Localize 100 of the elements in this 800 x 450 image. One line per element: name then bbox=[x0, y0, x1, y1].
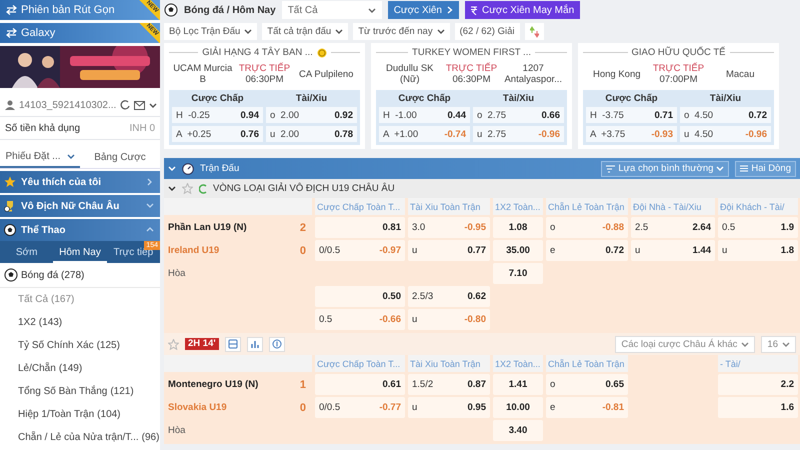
star-icon[interactable] bbox=[182, 183, 193, 194]
odds-button[interactable]: u 1.44 bbox=[631, 240, 715, 261]
odds-button[interactable]: u -0.80 bbox=[408, 309, 490, 330]
odds-button[interactable]: 0.50 bbox=[315, 286, 405, 307]
odds-button[interactable]: 1.41 bbox=[493, 374, 543, 395]
filter-dropdown[interactable]: Bộ Lọc Trận Đấu bbox=[164, 23, 258, 40]
lucky-parlay-button[interactable]: Cược Xiên May Mắn bbox=[464, 1, 580, 19]
star-icon[interactable] bbox=[168, 338, 179, 350]
breadcrumb: Bóng đá / Hôm Nay bbox=[184, 4, 276, 16]
league-title: GIAO HỮU QUỐC TẾ bbox=[632, 47, 726, 58]
team-name: Slovakia U19 bbox=[168, 402, 227, 413]
odds-button[interactable]: o 0.65 bbox=[546, 374, 628, 395]
coin-button[interactable] bbox=[268, 336, 285, 352]
odds-button[interactable]: u 1.8 bbox=[718, 240, 798, 261]
tab[interactable]: Phiếu Đặt ... bbox=[0, 146, 80, 168]
column-header: 1X2 Toàn... bbox=[493, 355, 543, 372]
odds-button[interactable]: 1.5/2 0.87 bbox=[408, 374, 490, 395]
odds-button[interactable]: 0/0.5 -0.77 bbox=[315, 397, 405, 418]
sport-tab[interactable]: Hôm Nay bbox=[53, 241, 107, 263]
score: 0 bbox=[300, 402, 306, 414]
sidebar-section-header[interactable]: Vô Địch Nữ Châu Âu bbox=[0, 195, 160, 217]
odds-button[interactable]: o 4.50 0.72 bbox=[680, 107, 771, 123]
bar-chart-button[interactable] bbox=[246, 336, 263, 352]
odds-button[interactable]: 0.5 1.9 bbox=[718, 217, 798, 238]
odds-button[interactable]: H -0.25 0.94 bbox=[172, 107, 263, 123]
sidebar-section-header[interactable]: Thể Thao bbox=[0, 219, 160, 241]
match-time: 07:00PM bbox=[659, 74, 698, 85]
match-clock: 2H 14' bbox=[185, 338, 219, 350]
column-header: Đội Nhà - Tài/Xiu bbox=[631, 198, 715, 215]
chevron-right-icon bbox=[446, 6, 453, 14]
odds-button[interactable]: u 2.75 -0.96 bbox=[473, 126, 564, 142]
odds-button[interactable]: 0.61 bbox=[315, 374, 405, 395]
column-header: 1X2 Toàn... bbox=[493, 198, 543, 215]
odds-header: Cược Chấp bbox=[604, 93, 659, 104]
count-select[interactable]: 16 bbox=[761, 336, 796, 352]
odds-button[interactable]: o 2.75 0.66 bbox=[473, 107, 564, 123]
odds-button[interactable]: A +1.00 -0.74 bbox=[379, 126, 470, 142]
live-status: TRỰC TIẾP bbox=[238, 63, 290, 74]
odds-button[interactable]: 2.5/3 0.62 bbox=[408, 286, 490, 307]
odds-button[interactable]: u 0.95 bbox=[408, 397, 490, 418]
odds-button[interactable]: 1.6 bbox=[718, 397, 798, 418]
scoreboard-icon bbox=[228, 339, 238, 349]
sport-tab[interactable]: Sớm bbox=[0, 241, 54, 263]
odds-button[interactable]: u 0.77 bbox=[408, 240, 490, 261]
team-name: Montenegro U19 (N) bbox=[168, 379, 258, 390]
coin-icon bbox=[272, 339, 282, 349]
odds-button[interactable]: o 2.00 0.92 bbox=[266, 107, 357, 123]
odds-header: Cược Chấp bbox=[190, 93, 245, 104]
sidebar-section-header[interactable]: Yêu thích của tôi bbox=[0, 171, 160, 193]
market-select[interactable]: Các loại cược Châu Á khác bbox=[615, 336, 756, 352]
odds-button[interactable]: 3.40 bbox=[493, 420, 543, 441]
column-header: Đội Khách - Tài/ bbox=[718, 198, 798, 215]
odds-button[interactable]: o -0.88 bbox=[546, 217, 628, 238]
caret-icon bbox=[782, 340, 790, 348]
odds-button[interactable]: 2.5 2.64 bbox=[631, 217, 715, 238]
caret-icon bbox=[368, 6, 376, 14]
odds-button[interactable]: A +3.75 -0.93 bbox=[586, 126, 677, 142]
mail-icon[interactable] bbox=[134, 100, 146, 110]
caret-icon bbox=[244, 28, 252, 35]
filter-dropdown[interactable]: Tất cả trận đấu bbox=[262, 23, 348, 40]
odds-header: Tài/Xiu bbox=[708, 93, 742, 104]
odds-button[interactable]: e 0.72 bbox=[546, 240, 628, 261]
odds-button[interactable]: 0.81 bbox=[315, 217, 405, 238]
caret-icon[interactable] bbox=[149, 102, 158, 108]
odds-button[interactable]: H -1.00 0.44 bbox=[379, 107, 470, 123]
odds-button[interactable]: 0.5 -0.66 bbox=[315, 309, 405, 330]
odds-button[interactable]: u 4.50 -0.96 bbox=[680, 126, 771, 142]
parlay-button[interactable]: Cược Xiên bbox=[388, 1, 459, 19]
filter-dropdown[interactable]: Từ trước đến nay bbox=[353, 23, 450, 40]
sort-icon bbox=[530, 26, 539, 38]
odds-button[interactable]: u 2.00 0.78 bbox=[266, 126, 357, 142]
team-name: Phần Lan U19 (N) bbox=[168, 222, 247, 233]
tab[interactable]: Bảng Cược bbox=[80, 146, 160, 168]
column-header: Tài Xiu Toàn Trận bbox=[408, 198, 490, 215]
user-icon bbox=[5, 100, 15, 110]
column-header: Cược Chấp Toàn T... bbox=[315, 355, 405, 372]
team-name: CA Pulpileno bbox=[298, 68, 354, 80]
chevron-down-icon[interactable] bbox=[168, 185, 176, 192]
odds-button[interactable]: 35.00 bbox=[493, 240, 543, 261]
odds-button[interactable]: 10.00 bbox=[493, 397, 543, 418]
score: 0 bbox=[300, 244, 306, 256]
odds-button[interactable]: A +0.25 0.76 bbox=[172, 126, 263, 142]
odds-button[interactable]: 7.10 bbox=[493, 263, 543, 284]
live-status: TRỰC TIẾP bbox=[652, 63, 704, 74]
sort-button[interactable] bbox=[524, 23, 544, 40]
odds-button[interactable]: 0/0.5 -0.97 bbox=[315, 240, 405, 261]
swap-icon bbox=[6, 28, 17, 38]
refresh-icon[interactable] bbox=[120, 100, 130, 110]
caret-icon bbox=[741, 340, 750, 348]
draw-label: Hòa bbox=[168, 425, 186, 436]
odds-button[interactable]: e -0.81 bbox=[546, 397, 628, 418]
caret-icon bbox=[66, 152, 75, 160]
odds-button[interactable]: 3.0 -0.95 bbox=[408, 217, 490, 238]
odds-button[interactable]: 1.08 bbox=[493, 217, 543, 238]
lines-icon bbox=[740, 165, 748, 172]
sport-select[interactable]: Tất Cả bbox=[282, 1, 382, 19]
odds-button[interactable]: 2.2 bbox=[718, 374, 798, 395]
odds-button[interactable]: H -3.75 0.71 bbox=[586, 107, 677, 123]
scoreboard-button[interactable] bbox=[224, 336, 241, 352]
league-count-button[interactable]: (62 / 62) Giải bbox=[454, 23, 520, 40]
